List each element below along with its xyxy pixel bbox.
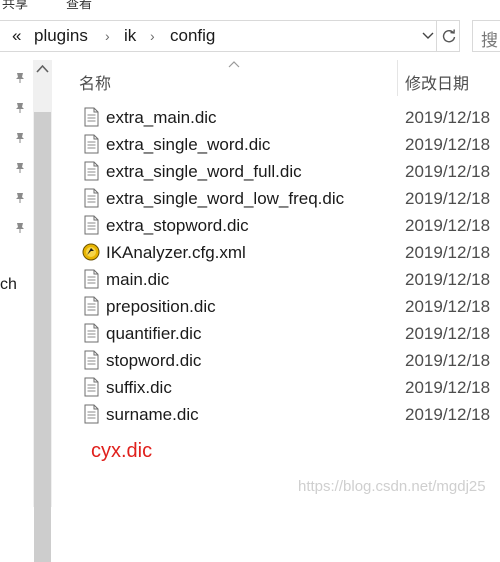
scrollbar-thumb[interactable] bbox=[34, 112, 51, 562]
address-bar[interactable]: « plugins › ik › config bbox=[0, 20, 460, 52]
pin-icon[interactable] bbox=[14, 102, 26, 114]
text-file-icon bbox=[82, 269, 100, 289]
file-date: 2019/12/18 bbox=[405, 135, 491, 154]
column-date-header[interactable]: 修改日期 bbox=[405, 70, 469, 94]
file-date: 2019/12/18 bbox=[405, 297, 491, 316]
pin-icon[interactable] bbox=[14, 222, 26, 234]
file-date: 2019/12/18 bbox=[405, 378, 491, 397]
text-file-icon bbox=[82, 404, 100, 424]
file-row[interactable]: stopword.dic 2019/12/18 bbox=[52, 347, 500, 374]
file-date: 2019/12/18 bbox=[405, 162, 491, 181]
file-date: 2019/12/18 bbox=[405, 189, 491, 208]
pin-icon[interactable] bbox=[14, 72, 26, 84]
nav-item-label[interactable]: ch bbox=[0, 276, 17, 294]
file-name[interactable]: IKAnalyzer.cfg.xml bbox=[106, 243, 246, 263]
xml-file-icon bbox=[82, 242, 100, 262]
ribbon-strip: 共享 查看 bbox=[0, 0, 500, 14]
text-file-icon bbox=[82, 107, 100, 127]
file-row[interactable]: extra_single_word.dic 2019/12/18 bbox=[52, 131, 500, 158]
file-name[interactable]: extra_stopword.dic bbox=[106, 216, 249, 236]
text-file-icon bbox=[82, 296, 100, 316]
nav-scrollbar[interactable] bbox=[33, 60, 52, 562]
file-date: 2019/12/18 bbox=[405, 351, 491, 370]
file-name[interactable]: stopword.dic bbox=[106, 351, 201, 371]
file-row[interactable]: main.dic 2019/12/18 bbox=[52, 266, 500, 293]
text-file-icon bbox=[82, 161, 100, 181]
column-header: 名称 修改日期 bbox=[52, 60, 500, 96]
file-date: 2019/12/18 bbox=[405, 324, 491, 343]
chevron-right-icon[interactable]: › bbox=[150, 28, 155, 44]
file-name[interactable]: extra_single_word_full.dic bbox=[106, 162, 302, 182]
file-name[interactable]: extra_main.dic bbox=[106, 108, 217, 128]
file-name[interactable]: surname.dic bbox=[106, 405, 199, 425]
file-name[interactable]: quantifier.dic bbox=[106, 324, 201, 344]
ribbon-tab-share[interactable]: 共享 bbox=[2, 0, 28, 12]
file-date: 2019/12/18 bbox=[405, 243, 491, 262]
file-list: extra_main.dic 2019/12/18 extra_single_wor… bbox=[52, 104, 500, 428]
file-name[interactable]: suffix.dic bbox=[106, 378, 172, 398]
file-name[interactable]: main.dic bbox=[106, 270, 169, 290]
text-file-icon bbox=[82, 134, 100, 154]
file-row[interactable]: quantifier.dic 2019/12/18 bbox=[52, 320, 500, 347]
chevron-down-icon bbox=[422, 32, 434, 39]
file-name[interactable]: preposition.dic bbox=[106, 297, 216, 317]
column-name-header[interactable]: 名称 bbox=[79, 70, 111, 94]
breadcrumb-plugins[interactable]: plugins bbox=[34, 26, 88, 46]
refresh-button[interactable] bbox=[436, 20, 460, 52]
watermark: https://blog.csdn.net/mgdj25 bbox=[298, 478, 486, 495]
scroll-up-arrow-icon[interactable] bbox=[36, 64, 49, 73]
file-row[interactable]: extra_single_word_low_freq.dic 2019/12/18 bbox=[52, 185, 500, 212]
pin-icon[interactable] bbox=[14, 162, 26, 174]
file-row[interactable]: extra_main.dic 2019/12/18 bbox=[52, 104, 500, 131]
file-row[interactable]: suffix.dic 2019/12/18 bbox=[52, 374, 500, 401]
text-file-icon bbox=[82, 215, 100, 235]
text-file-icon bbox=[82, 350, 100, 370]
text-file-icon bbox=[82, 323, 100, 343]
breadcrumb-overflow[interactable]: « bbox=[12, 26, 21, 46]
file-name[interactable]: extra_single_word.dic bbox=[106, 135, 270, 155]
file-date: 2019/12/18 bbox=[405, 270, 491, 289]
search-placeholder: 搜 bbox=[481, 31, 498, 50]
file-date: 2019/12/18 bbox=[405, 108, 491, 127]
file-row[interactable]: preposition.dic 2019/12/18 bbox=[52, 293, 500, 320]
breadcrumb-config[interactable]: config bbox=[170, 26, 215, 46]
ribbon-tab-view[interactable]: 查看 bbox=[66, 0, 92, 12]
breadcrumb-ik[interactable]: ik bbox=[124, 26, 136, 46]
annotation-text: cyx.dic bbox=[91, 440, 153, 462]
pin-icon[interactable] bbox=[14, 132, 26, 144]
file-row[interactable]: IKAnalyzer.cfg.xml 2019/12/18 bbox=[52, 239, 500, 266]
refresh-icon bbox=[442, 29, 455, 43]
text-file-icon bbox=[82, 377, 100, 397]
pin-icon[interactable] bbox=[14, 192, 26, 204]
file-row[interactable]: extra_stopword.dic 2019/12/18 bbox=[52, 212, 500, 239]
search-box[interactable]: 搜 bbox=[472, 20, 500, 52]
file-date: 2019/12/18 bbox=[405, 405, 491, 424]
file-row[interactable]: surname.dic 2019/12/18 bbox=[52, 401, 500, 428]
sort-ascending-icon bbox=[228, 61, 240, 68]
column-separator[interactable] bbox=[397, 60, 398, 96]
chevron-right-icon[interactable]: › bbox=[105, 28, 110, 44]
address-dropdown-button[interactable] bbox=[420, 20, 436, 52]
text-file-icon bbox=[82, 188, 100, 208]
file-row[interactable]: extra_single_word_full.dic 2019/12/18 bbox=[52, 158, 500, 185]
file-date: 2019/12/18 bbox=[405, 216, 491, 235]
navigation-pane: ch bbox=[0, 60, 32, 507]
file-name[interactable]: extra_single_word_low_freq.dic bbox=[106, 189, 344, 209]
